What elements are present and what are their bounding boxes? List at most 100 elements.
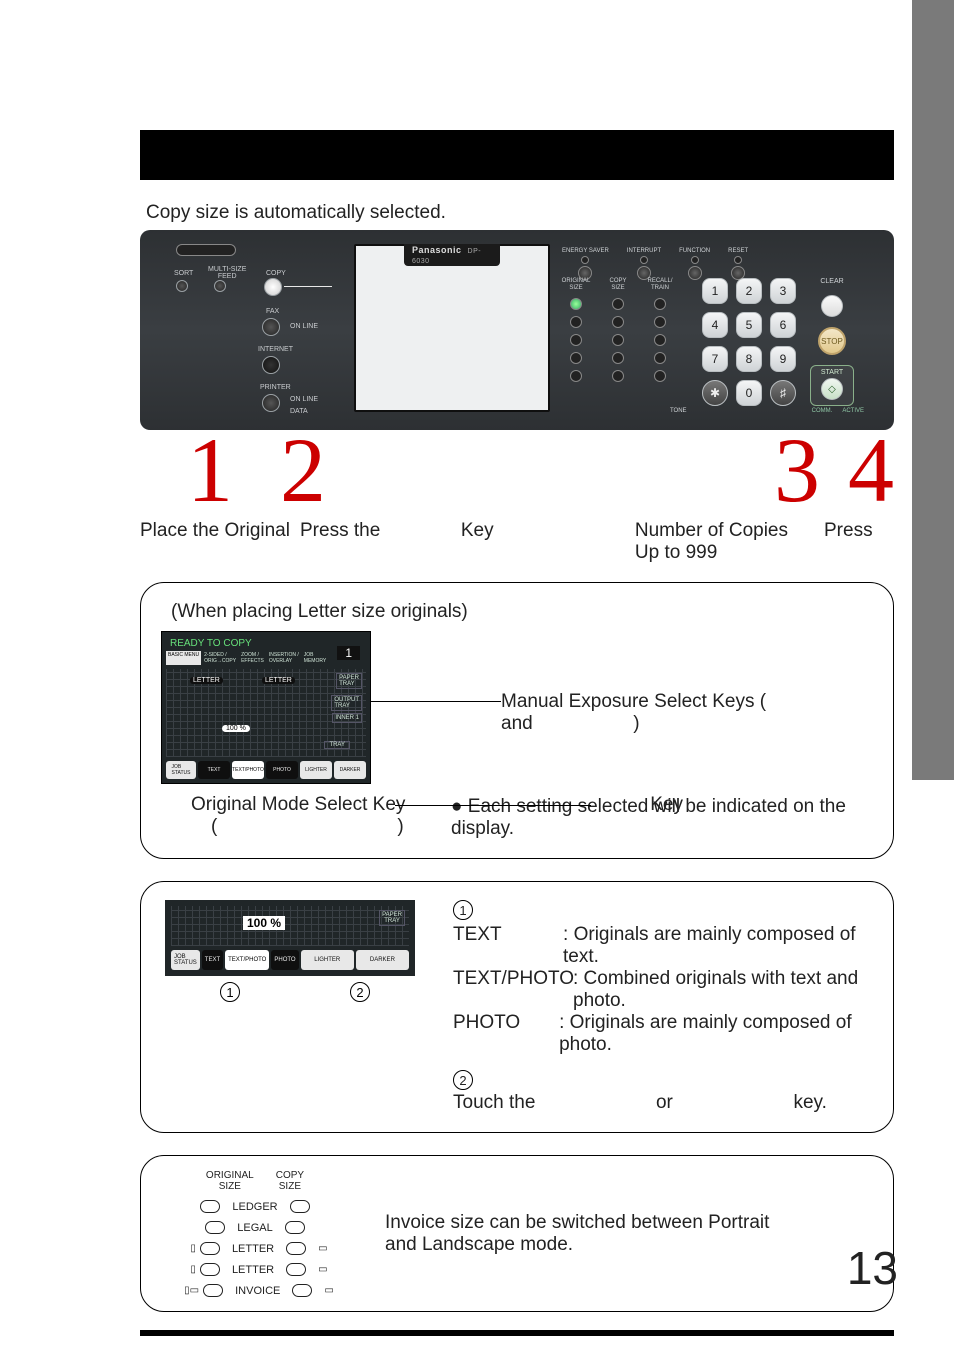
- sort-button[interactable]: [176, 280, 188, 292]
- key-9[interactable]: 9: [770, 346, 796, 372]
- l-manual: Manual Exposure Select Keys (: [501, 691, 766, 712]
- portrait-icon-2: ▯: [190, 1264, 196, 1275]
- l-end: ): [633, 713, 639, 734]
- tray: TRAY: [324, 741, 350, 749]
- key-8[interactable]: 8: [736, 346, 762, 372]
- lcd-grid: LETTER LETTER PAPER TRAY OUTPUT TRAY INN…: [166, 669, 366, 757]
- multisize-button[interactable]: [214, 280, 226, 292]
- printer-selector[interactable]: [262, 394, 280, 412]
- paren-l: (: [211, 816, 217, 838]
- active-label: ACTIVE: [842, 408, 864, 414]
- cap-4: Press: [824, 520, 894, 564]
- callout-box-3: ORIGINAL SIZE COPY SIZE LEDGER LEGAL ▯ L…: [140, 1155, 894, 1312]
- clear-button[interactable]: [821, 295, 843, 317]
- energy-saver[interactable]: ENERGY SAVER: [562, 248, 609, 280]
- circ-2: 2: [350, 982, 370, 1002]
- interrupt-label: INTERRUPT: [627, 248, 661, 254]
- top-function-row: ENERGY SAVER INTERRUPT FUNCTION RES: [562, 248, 748, 280]
- bb2-photo: PHOTO: [271, 950, 298, 970]
- key-6[interactable]: 6: [770, 312, 796, 338]
- copy-letter-p[interactable]: [286, 1242, 306, 1255]
- output-tray: OUTPUT TRAY: [331, 695, 362, 711]
- header-black-bar: [140, 130, 894, 180]
- key-7[interactable]: 7: [702, 346, 728, 372]
- tab-2sided: 2-SIDED / ORIG→COPY: [202, 651, 238, 665]
- landscape-icon-1: ▭: [318, 1243, 327, 1254]
- card-slot: [176, 244, 236, 256]
- bb2-lighter: LIGHTER: [301, 950, 354, 970]
- function-label: FUNCTION: [679, 248, 710, 254]
- copy-invoice[interactable]: [292, 1284, 312, 1297]
- internet-label: INTERNET: [258, 346, 293, 353]
- touch-word: Touch the: [453, 1092, 535, 1113]
- key-4[interactable]: 4: [702, 312, 728, 338]
- orig-ledger[interactable]: [200, 1200, 220, 1213]
- sort-label: SORT: [174, 270, 193, 277]
- orig-letter-l[interactable]: [200, 1263, 220, 1276]
- function[interactable]: FUNCTION: [679, 248, 710, 280]
- bb-darker: DARKER: [334, 761, 366, 779]
- misc-led-1: [654, 298, 666, 310]
- copy-led-4: [612, 352, 624, 364]
- key-2[interactable]: 2: [736, 278, 762, 304]
- interrupt[interactable]: INTERRUPT: [627, 248, 661, 280]
- leader-1: [371, 701, 501, 702]
- portrait-icon-3: ▯▭: [184, 1285, 199, 1296]
- key-0[interactable]: 0: [736, 380, 762, 406]
- bb-lighter: LIGHTER: [300, 761, 332, 779]
- size-panel: ORIGINAL SIZE COPY SIZE LEDGER LEGAL ▯ L…: [165, 1170, 345, 1297]
- def-circ-2: 2: [453, 1070, 473, 1090]
- key-star[interactable]: ✱: [702, 380, 728, 406]
- key-5[interactable]: 5: [736, 312, 762, 338]
- bb-text: TEXT: [198, 761, 230, 779]
- start-button[interactable]: ◇: [821, 378, 843, 400]
- copy-label: COPY: [266, 270, 286, 277]
- copy-selector[interactable]: [264, 278, 282, 296]
- cap-2: Press the Key: [300, 520, 600, 564]
- bb2-darker: DARKER: [356, 950, 409, 970]
- step-1-num: 1: [187, 419, 233, 521]
- orig-letter-p[interactable]: [200, 1242, 220, 1255]
- landscape-icon-2: ▭: [318, 1264, 327, 1275]
- bb2-text: TEXT: [202, 950, 223, 970]
- key-3[interactable]: 3: [770, 278, 796, 304]
- letter-src: LETTER: [190, 677, 223, 684]
- step-4-num: 4: [848, 424, 894, 516]
- step-2-num: 2: [280, 419, 326, 521]
- fax-selector[interactable]: [262, 318, 280, 336]
- online2-label: ON LINE: [290, 396, 318, 403]
- panel-left-cluster: SORT MULTI-SIZE FEED COPY FAX ON LINE IN…: [156, 238, 346, 418]
- function-led: [691, 256, 699, 264]
- orig-led-1: [570, 298, 582, 310]
- lbl-letter-2: LETTER: [232, 1264, 274, 1276]
- copy-led-5: [612, 370, 624, 382]
- orig-invoice[interactable]: [203, 1284, 223, 1297]
- panasonic-logo: Panasonic DP-6030: [404, 244, 500, 266]
- row-invoice: ▯▭ INVOICE ▭: [165, 1284, 345, 1297]
- copy-leader: [284, 286, 332, 287]
- reset[interactable]: RESET: [728, 248, 748, 280]
- orig-legal[interactable]: [205, 1221, 225, 1234]
- online-label: ON LINE: [290, 323, 318, 330]
- control-panel: SORT MULTI-SIZE FEED COPY FAX ON LINE IN…: [140, 230, 894, 430]
- orig-led-2: [570, 316, 582, 328]
- copy-letter-l[interactable]: [286, 1263, 306, 1276]
- copy-ledger[interactable]: [290, 1200, 310, 1213]
- panel-right-cluster: ENERGY SAVER INTERRUPT FUNCTION RES: [558, 238, 878, 418]
- stop-button[interactable]: STOP: [818, 327, 846, 355]
- lbl-legal: LEGAL: [237, 1222, 272, 1234]
- touch-screen[interactable]: Panasonic DP-6030: [354, 244, 550, 412]
- k-photo: PHOTO: [453, 1012, 559, 1056]
- key-hash[interactable]: ♯: [770, 380, 796, 406]
- cap-3b: Up to 999: [635, 542, 788, 564]
- callout-box-1: (When placing Letter size originals) REA…: [140, 582, 894, 859]
- comm-active-leds: COMM. ACTIVE: [812, 408, 864, 414]
- start-label: START: [821, 369, 843, 376]
- copy-legal[interactable]: [285, 1221, 305, 1234]
- key-1[interactable]: 1: [702, 278, 728, 304]
- leader-2: [395, 805, 591, 806]
- internet-selector[interactable]: [262, 356, 280, 374]
- lcd-screenshot-1: READY TO COPY 1 BASIC MENU 2-SIDED / ORI…: [161, 631, 371, 784]
- footer-rule: [140, 1330, 894, 1336]
- row-ledger: LEDGER: [165, 1200, 345, 1213]
